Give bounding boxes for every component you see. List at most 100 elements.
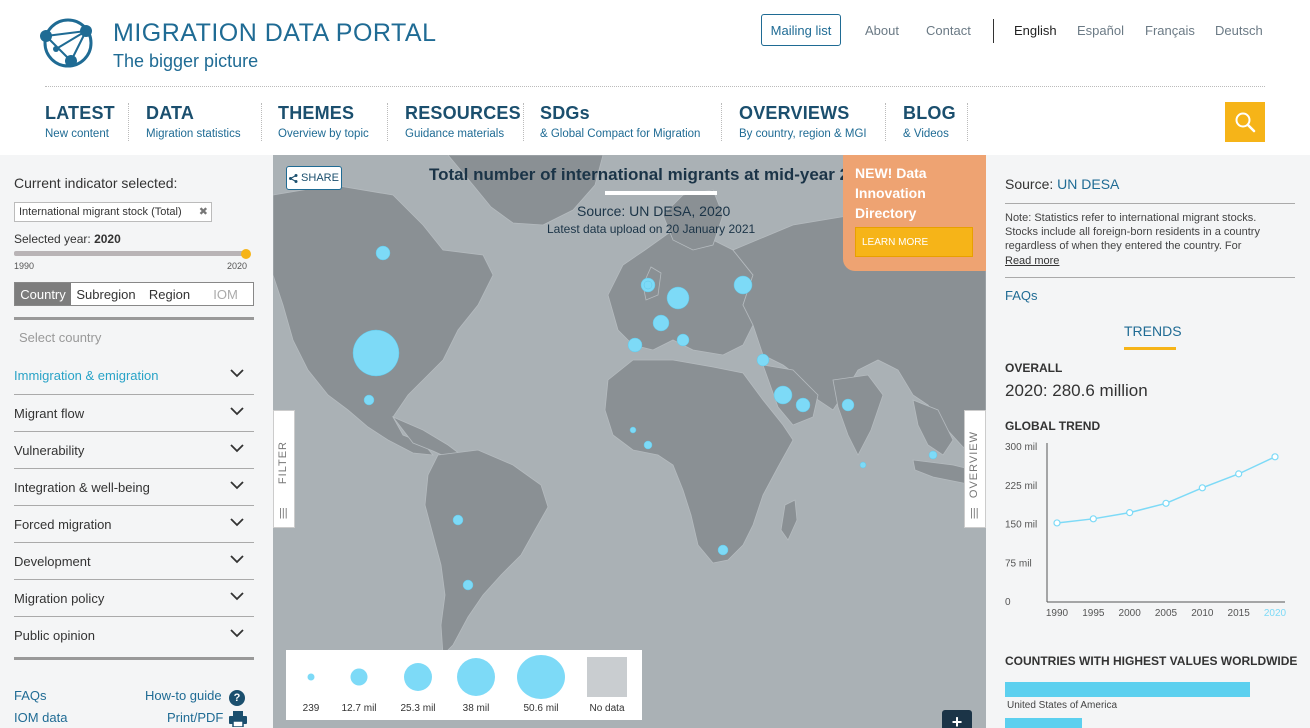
filter-toggle-tab[interactable]: FILTER ||| xyxy=(273,410,295,528)
accordion-immigration-emigration[interactable]: Immigration & emigration xyxy=(14,357,254,394)
x-tick-label: 2015 xyxy=(1228,608,1251,619)
search-button[interactable] xyxy=(1225,102,1265,142)
panel-divider xyxy=(1005,277,1295,278)
language-espanol[interactable]: Español xyxy=(1077,23,1124,38)
language-deutsch[interactable]: Deutsch xyxy=(1215,23,1263,38)
top-country-bar-1[interactable] xyxy=(1005,682,1250,697)
bubble-india[interactable] xyxy=(841,398,855,412)
nav-separator xyxy=(128,103,129,141)
iom-data-link[interactable]: IOM data xyxy=(14,710,67,725)
grip-icon: ||| xyxy=(970,507,979,519)
accordion-migrant-flow[interactable]: Migrant flow xyxy=(14,394,254,431)
x-tick-label: 1990 xyxy=(1046,608,1069,619)
share-button[interactable]: SHARE xyxy=(286,166,342,190)
read-more-link[interactable]: Read more xyxy=(1005,255,1059,267)
y-tick-label: 225 mil xyxy=(1005,481,1037,492)
accordion-integration[interactable]: Integration & well-being xyxy=(14,468,254,505)
bubble-mexico[interactable] xyxy=(363,394,375,406)
bubble-brazil[interactable] xyxy=(452,514,464,526)
nav-separator xyxy=(885,103,886,141)
nav-data-sub: Migration statistics xyxy=(146,128,241,140)
bubble-turkey[interactable] xyxy=(756,353,770,367)
overview-panel: Source: UN DESA Note: Statistics refer t… xyxy=(986,155,1310,728)
x-tick-label: 2000 xyxy=(1119,608,1142,619)
bubble-south-africa[interactable] xyxy=(717,544,729,556)
year-slider-handle[interactable] xyxy=(241,249,251,259)
help-icon[interactable]: ? xyxy=(229,690,245,706)
language-english[interactable]: English xyxy=(1014,23,1057,38)
site-title[interactable]: MIGRATION DATA PORTAL xyxy=(113,19,437,48)
nav-resources[interactable]: RESOURCES Guidance materials xyxy=(405,103,521,140)
bubble-russia[interactable] xyxy=(733,275,753,295)
nav-sdgs-label: SDGs xyxy=(540,103,590,123)
accordion-public-opinion[interactable]: Public opinion xyxy=(14,616,254,653)
legend-label: 50.6 mil xyxy=(523,703,559,714)
chip-close-icon[interactable]: ✖ xyxy=(199,205,208,218)
nav-data-label: DATA xyxy=(146,103,195,123)
nav-data[interactable]: DATA Migration statistics xyxy=(146,103,241,140)
trend-point xyxy=(1235,470,1243,478)
contact-link[interactable]: Contact xyxy=(926,23,971,38)
bubble-france[interactable] xyxy=(652,314,670,332)
top-country-bar-2[interactable] xyxy=(1005,718,1082,728)
top-countries-label: COUNTRIES WITH HIGHEST VALUES WORLDWIDE xyxy=(1005,654,1298,668)
bubble-italy[interactable] xyxy=(676,333,690,347)
level-subregion-tab[interactable]: Subregion xyxy=(71,283,141,305)
learn-more-button[interactable]: LEARN MORE xyxy=(855,227,973,257)
accordion-vulnerability[interactable]: Vulnerability xyxy=(14,431,254,468)
nav-blog-label: BLOG xyxy=(903,103,956,123)
trend-series-line xyxy=(1056,456,1276,524)
bubble-cote-divoire[interactable] xyxy=(643,440,653,450)
year-slider-track[interactable] xyxy=(14,251,248,256)
print-pdf-link[interactable]: Print/PDF xyxy=(167,710,223,725)
bubble-uae[interactable] xyxy=(795,397,811,413)
bubble-usa[interactable] xyxy=(352,329,400,377)
bubble-canada[interactable] xyxy=(375,245,391,261)
faqs-link[interactable]: FAQs xyxy=(14,688,47,703)
bubble-saudi-arabia[interactable] xyxy=(773,385,793,405)
chevron-down-icon xyxy=(230,592,244,601)
bubble-argentina[interactable] xyxy=(462,579,474,591)
mailing-list-button[interactable]: Mailing list xyxy=(761,14,841,46)
accordion-forced-migration[interactable]: Forced migration xyxy=(14,505,254,542)
nav-themes[interactable]: THEMES Overview by topic xyxy=(278,103,369,140)
trends-tab[interactable]: TRENDS xyxy=(1124,323,1182,339)
level-region-tab[interactable]: Region xyxy=(141,283,198,305)
language-francais[interactable]: Français xyxy=(1145,23,1195,38)
faqs-link[interactable]: FAQs xyxy=(1005,288,1038,303)
select-country-input[interactable]: Select country xyxy=(19,330,101,345)
about-link[interactable]: About xyxy=(865,23,899,38)
source-value-link[interactable]: UN DESA xyxy=(1057,176,1119,192)
grip-icon: ||| xyxy=(279,507,288,519)
bubble-senegal[interactable] xyxy=(629,426,637,434)
trend-point xyxy=(1162,499,1170,507)
filter-tab-label: FILTER xyxy=(277,441,289,485)
bubble-ireland[interactable] xyxy=(643,280,653,290)
nav-sdgs[interactable]: SDGs & Global Compact for Migration xyxy=(540,103,700,140)
nav-resources-label: RESOURCES xyxy=(405,103,521,123)
chevron-down-icon xyxy=(230,444,244,453)
overall-label: OVERALL xyxy=(1005,361,1063,375)
source-note: Note: Statistics refer to international … xyxy=(1005,212,1260,252)
nav-themes-label: THEMES xyxy=(278,103,355,123)
bubble-spain[interactable] xyxy=(627,337,643,353)
accordion-migration-policy[interactable]: Migration policy xyxy=(14,579,254,616)
level-country-tab[interactable]: Country xyxy=(15,283,71,305)
globe-network-logo-icon[interactable] xyxy=(38,14,98,72)
x-tick-label: 2010 xyxy=(1191,608,1214,619)
indicator-chip[interactable]: International migrant stock (Total) ✖ xyxy=(14,202,212,222)
world-map[interactable]: SHARE Total number of international migr… xyxy=(273,155,986,728)
zoom-in-button[interactable]: + xyxy=(942,710,972,728)
bubble-germany[interactable] xyxy=(666,286,690,310)
header-dotted-rule xyxy=(45,86,1265,87)
howto-guide-link[interactable]: How-to guide xyxy=(145,688,222,703)
nav-latest[interactable]: LATEST New content xyxy=(45,103,115,140)
overview-toggle-tab[interactable]: OVERVIEW ||| xyxy=(964,410,986,528)
level-iom-tab[interactable]: IOM xyxy=(198,283,253,305)
nav-blog[interactable]: BLOG & Videos xyxy=(903,103,956,140)
printer-icon[interactable] xyxy=(229,711,247,727)
bubble-sri-lanka[interactable] xyxy=(859,461,867,469)
accordion-development[interactable]: Development xyxy=(14,542,254,579)
nav-overviews[interactable]: OVERVIEWS By country, region & MGI xyxy=(739,103,867,140)
bubble-malaysia[interactable] xyxy=(928,450,938,460)
